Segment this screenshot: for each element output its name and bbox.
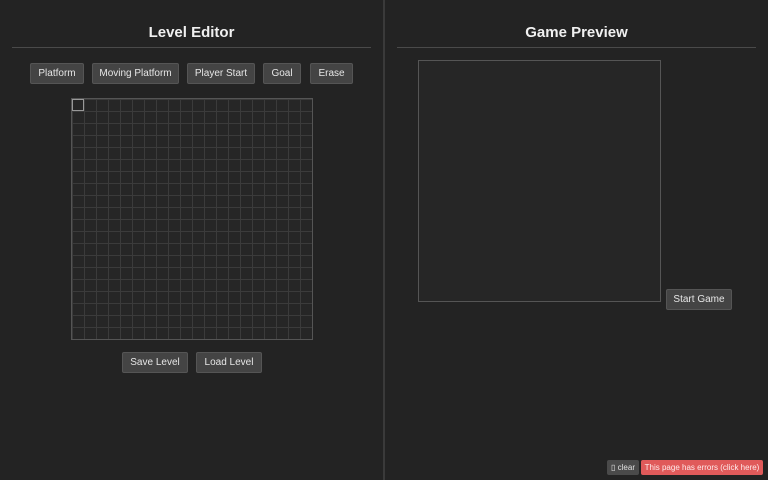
level-editor-title: Level Editor <box>148 24 235 41</box>
load-level-button[interactable]: Load Level <box>196 352 262 373</box>
level-editor-panel: Level Editor Platform Moving Platform Pl… <box>0 0 383 480</box>
app: Level Editor Platform Moving Platform Pl… <box>0 0 768 480</box>
goal-tool-button[interactable]: Goal <box>263 63 301 84</box>
title-divider <box>12 47 371 48</box>
error-clear-button[interactable]: ▯ clear <box>607 460 639 475</box>
save-level-button[interactable]: Save Level <box>122 352 188 373</box>
start-game-button[interactable]: Start Game <box>666 289 732 310</box>
game-canvas[interactable] <box>418 60 661 302</box>
game-preview-title: Game Preview <box>525 24 628 41</box>
grid-cursor-cell[interactable] <box>72 99 84 111</box>
player-start-tool-button[interactable]: Player Start <box>187 63 255 84</box>
moving-platform-tool-button[interactable]: Moving Platform <box>92 63 179 84</box>
error-message-button[interactable]: This page has errors (click here) <box>641 460 763 475</box>
title-divider <box>397 47 756 48</box>
level-grid[interactable] <box>71 98 313 340</box>
erase-tool-button[interactable]: Erase <box>310 63 353 84</box>
platform-tool-button[interactable]: Platform <box>30 63 84 84</box>
game-preview-panel: Game Preview Start Game <box>385 0 768 480</box>
